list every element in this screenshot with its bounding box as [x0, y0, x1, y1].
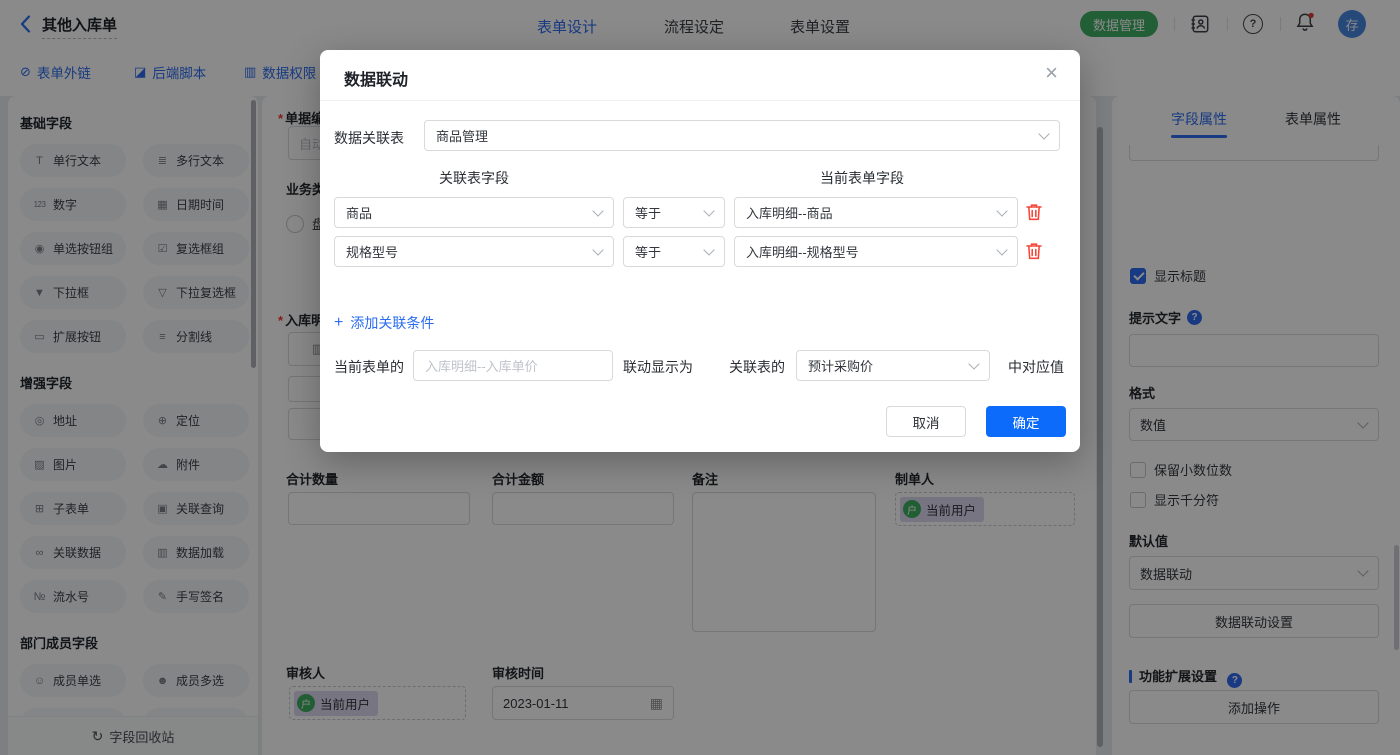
operator-select[interactable]: 等于	[623, 236, 725, 267]
relation-field-select[interactable]: 商品	[334, 197, 614, 228]
close-icon[interactable]: ×	[1045, 62, 1058, 84]
relation-field-value-select[interactable]: 预计采购价	[796, 350, 990, 381]
relation-field-header: 关联表字段	[439, 170, 509, 186]
add-condition-link[interactable]: + 添加关联条件	[334, 313, 434, 333]
relation-of-label: 关联表的	[729, 359, 785, 375]
modal-divider	[320, 100, 1080, 101]
delete-condition-button[interactable]	[1026, 242, 1042, 263]
current-form-field-header: 当前表单字段	[820, 170, 904, 186]
chevron-down-icon	[592, 243, 604, 256]
operator-select[interactable]: 等于	[623, 197, 725, 228]
chevron-down-icon	[703, 243, 715, 256]
cancel-button[interactable]: 取消	[886, 406, 966, 437]
chevron-down-icon	[703, 204, 715, 217]
current-form-field-select[interactable]: 入库明细--规格型号	[734, 236, 1018, 267]
confirm-button[interactable]: 确定	[986, 406, 1066, 437]
data-linkage-modal: 数据联动 × 数据关联表 商品管理 关联表字段 当前表单字段 商品 等于 入库明细-…	[320, 50, 1080, 452]
chevron-down-icon	[1038, 127, 1050, 140]
chevron-down-icon	[996, 243, 1008, 256]
delete-condition-button[interactable]	[1026, 203, 1042, 224]
relation-field-select[interactable]: 规格型号	[334, 236, 614, 267]
corresponding-value-label: 中对应值	[1008, 359, 1064, 375]
plus-icon: +	[334, 314, 344, 331]
modal-title: 数据联动	[344, 72, 409, 89]
chevron-down-icon	[592, 204, 604, 217]
target-field-input[interactable]: 入库明细--入库单价	[413, 350, 613, 381]
link-display-label: 联动显示为	[623, 359, 693, 375]
current-form-field-select[interactable]: 入库明细--商品	[734, 197, 1018, 228]
chevron-down-icon	[968, 357, 980, 370]
chevron-down-icon	[996, 204, 1008, 217]
relation-table-label: 数据关联表	[334, 130, 404, 146]
relation-table-select[interactable]: 商品管理	[424, 120, 1060, 151]
current-form-of-label: 当前表单的	[334, 359, 404, 375]
